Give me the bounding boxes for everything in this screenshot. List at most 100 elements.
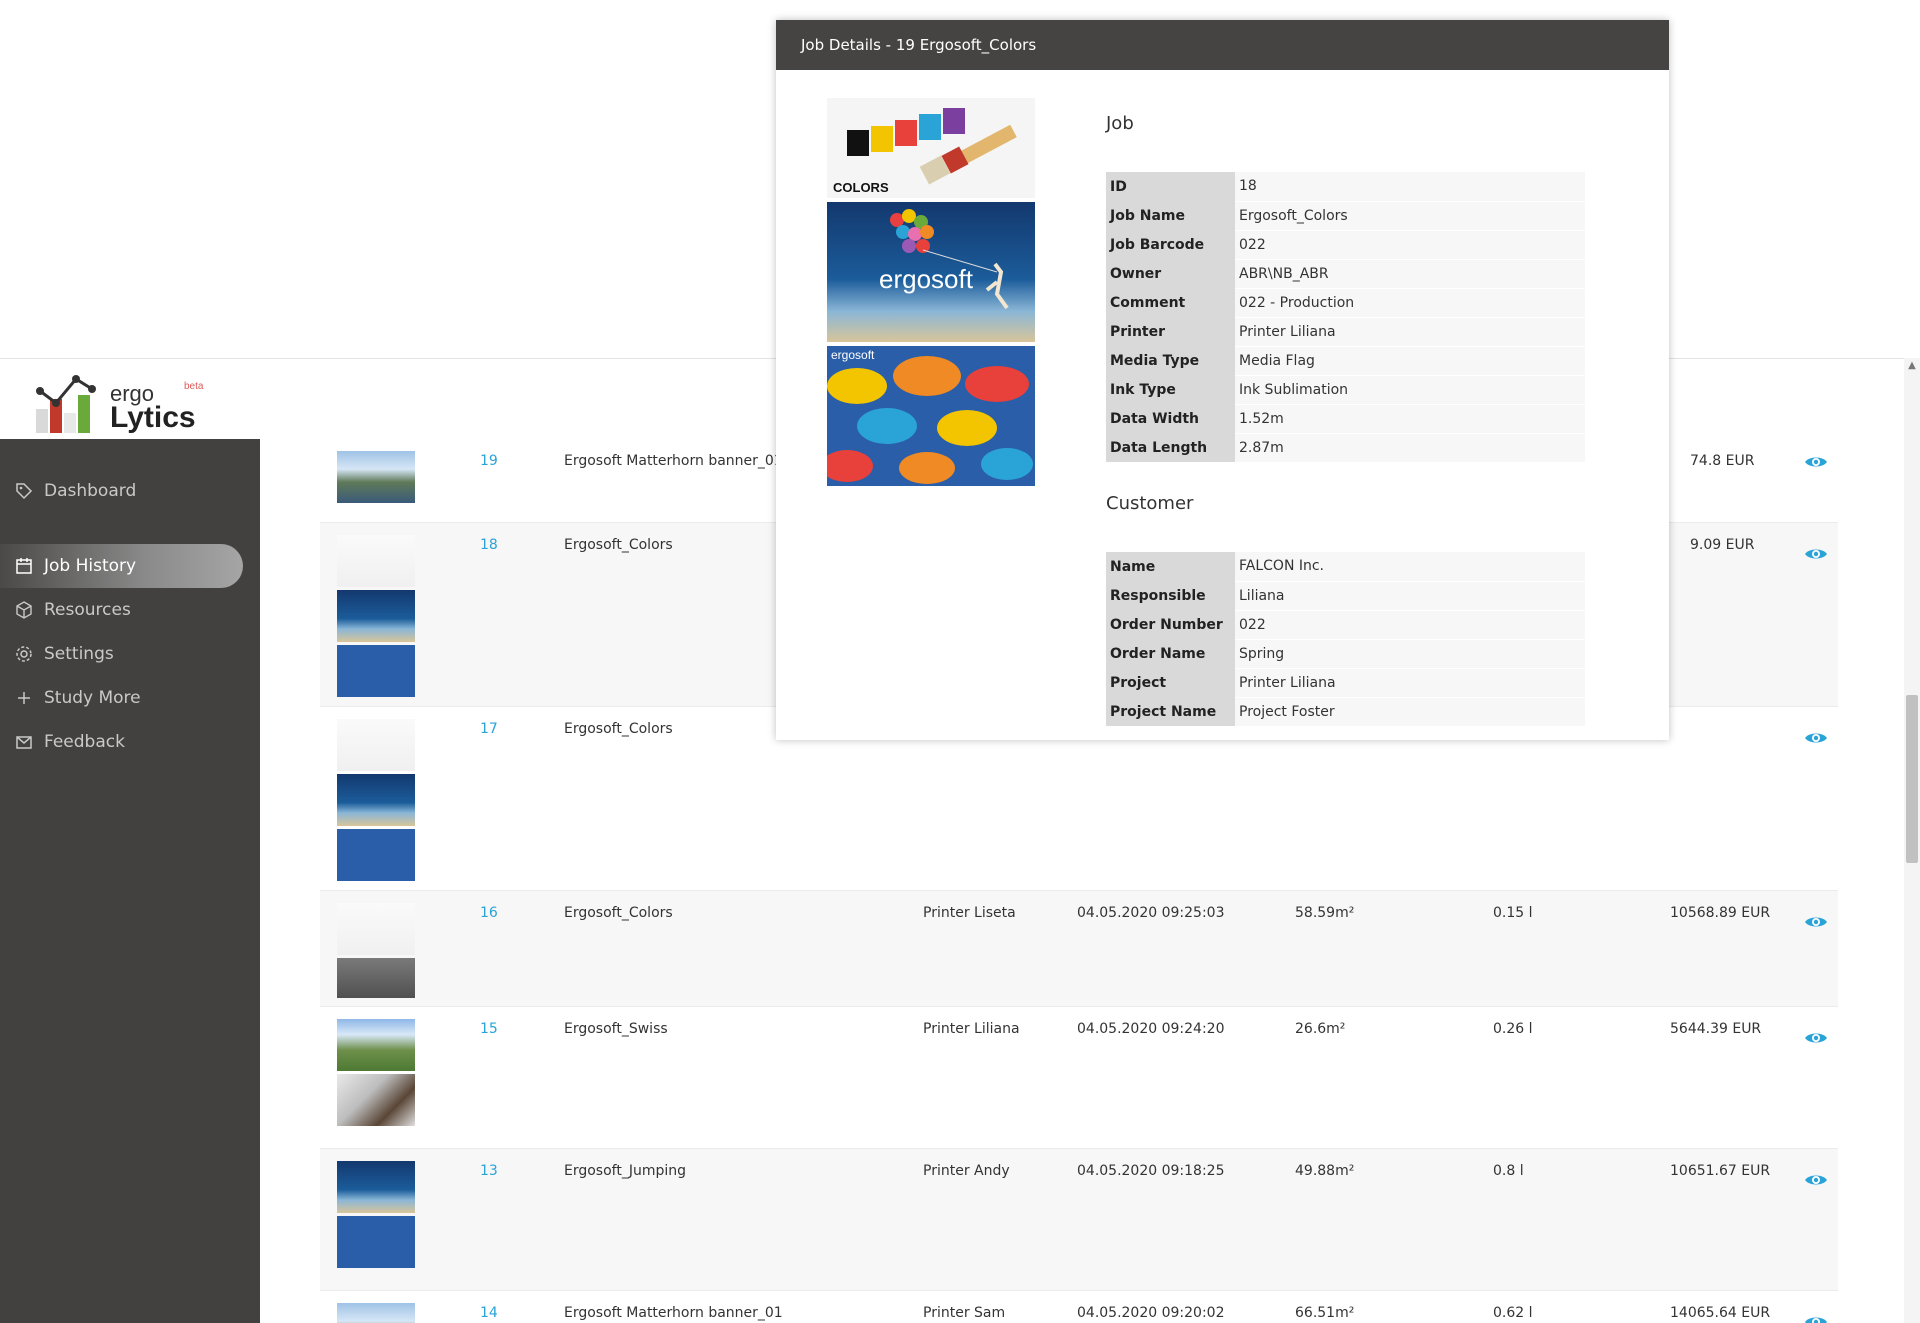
sidebar-item-label: Resources <box>44 600 131 620</box>
field-label: Project Name <box>1106 697 1235 726</box>
gear-icon <box>14 644 34 664</box>
view-eye-icon[interactable] <box>1803 1309 1829 1323</box>
field-value: Ink Sublimation <box>1235 375 1585 405</box>
table-row[interactable]: 15 Ergosoft_Swiss Printer Liliana 04.05.… <box>320 1007 1838 1149</box>
sidebar-item-feedback[interactable]: Feedback <box>0 720 243 764</box>
job-ink: 0.26 l <box>1493 1021 1533 1037</box>
job-ink: 0.15 l <box>1493 905 1533 921</box>
view-eye-icon[interactable] <box>1803 1167 1829 1193</box>
plus-icon <box>14 688 34 708</box>
hair-thumbnail <box>337 1074 415 1126</box>
job-area: 49.88m² <box>1295 1163 1355 1179</box>
job-printer: Printer Liliana <box>923 1021 1020 1037</box>
umbrellas-thumbnail <box>337 1216 415 1268</box>
image-caption: COLORS <box>833 180 889 195</box>
job-ink: 0.8 l <box>1493 1163 1524 1179</box>
cube-icon <box>14 600 34 620</box>
sidebar-item-label: Study More <box>44 688 141 708</box>
tag-icon <box>14 481 34 501</box>
field-label: Responsible <box>1106 581 1235 610</box>
colors-thumbnail <box>337 903 415 955</box>
job-printer: Printer Andy <box>923 1163 1010 1179</box>
job-section-title: Job <box>1106 113 1134 134</box>
ergolytics-logo[interactable]: ergo Lytics beta <box>32 369 212 435</box>
colors-image[interactable]: COLORS <box>827 98 1035 198</box>
job-id-link[interactable]: 18 <box>480 537 498 553</box>
job-cost: 9.09 EUR <box>1690 537 1755 553</box>
job-name: Ergosoft_Colors <box>564 537 673 553</box>
umbrellas-image[interactable]: ergosoft <box>827 346 1035 486</box>
view-eye-icon[interactable] <box>1803 541 1829 567</box>
umbrellas-thumbnail <box>337 645 415 697</box>
job-area: 58.59m² <box>1295 905 1355 921</box>
job-area: 26.6m² <box>1295 1021 1346 1037</box>
field-value: FALCON Inc. <box>1235 552 1585 582</box>
sidebar-item-label: Dashboard <box>44 481 137 501</box>
field-label: Job Name <box>1106 201 1235 230</box>
job-details-table: ID 18 Job Name Ergosoft_Colors Job Barcode… <box>1106 172 1585 463</box>
job-thumbnails <box>337 451 415 506</box>
job-area: 66.51m² <box>1295 1305 1355 1321</box>
table-row[interactable]: 16 Ergosoft_Colors Printer Liseta 04.05.… <box>320 891 1838 1007</box>
jumping-thumbnail <box>337 590 415 642</box>
field-label: Order Number <box>1106 610 1235 639</box>
field-label: Owner <box>1106 259 1235 288</box>
sidebar-item-label: Settings <box>44 644 114 664</box>
sidebar-item-job-history[interactable]: Job History <box>0 544 243 588</box>
sidebar-item-label: Feedback <box>44 732 125 752</box>
job-id-link[interactable]: 13 <box>480 1163 498 1179</box>
mail-icon <box>14 732 34 752</box>
field-value: Spring <box>1235 639 1585 669</box>
view-eye-icon[interactable] <box>1803 725 1829 751</box>
field-value: 022 <box>1235 610 1585 640</box>
table-row[interactable]: 13 Ergosoft_Jumping Printer Andy 04.05.2… <box>320 1149 1838 1291</box>
sidebar-item-dashboard[interactable]: Dashboard <box>0 469 243 513</box>
field-label: Media Type <box>1106 346 1235 375</box>
job-date: 04.05.2020 09:20:02 <box>1077 1305 1225 1321</box>
logo-chart-icon <box>36 375 96 433</box>
view-eye-icon[interactable] <box>1803 449 1829 475</box>
jumping-thumbnail <box>337 1161 415 1213</box>
scrollbar-thumb[interactable] <box>1906 695 1918 863</box>
job-images: COLORS ergosoft ergosoft <box>827 98 1035 490</box>
swiss-thumbnail <box>337 1019 415 1071</box>
jumping-image[interactable]: ergosoft <box>827 202 1035 342</box>
job-id-link[interactable]: 16 <box>480 905 498 921</box>
sidebar-item-resources[interactable]: Resources <box>0 588 243 632</box>
job-name: Ergosoft_Swiss <box>564 1021 668 1037</box>
job-id-link[interactable]: 17 <box>480 721 498 737</box>
job-thumbnails <box>337 535 415 700</box>
field-value: Printer Liliana <box>1235 668 1585 698</box>
field-label: Project <box>1106 668 1235 697</box>
job-name: Ergosoft_Jumping <box>564 1163 687 1179</box>
job-cost: 10651.67 EUR <box>1670 1163 1771 1179</box>
image-caption: ergosoft <box>831 348 875 362</box>
flags-thumbnail <box>337 958 415 998</box>
job-date: 04.05.2020 09:18:25 <box>1077 1163 1225 1179</box>
view-eye-icon[interactable] <box>1803 1025 1829 1051</box>
job-ink: 0.62 l <box>1493 1305 1533 1321</box>
scroll-up-arrow-icon[interactable]: ▲ <box>1906 360 1918 372</box>
job-name: Ergosoft_Colors <box>564 905 673 921</box>
field-value: 2.87m <box>1235 433 1585 463</box>
job-id-link[interactable]: 15 <box>480 1021 498 1037</box>
field-label: Printer <box>1106 317 1235 346</box>
field-label: Job Barcode <box>1106 230 1235 259</box>
matterhorn-thumbnail <box>337 451 415 503</box>
sidebar-item-settings[interactable]: Settings <box>0 632 243 676</box>
job-id-link[interactable]: 19 <box>480 453 498 469</box>
job-printer: Printer Sam <box>923 1305 1006 1321</box>
table-row[interactable]: 14 Ergosoft Matterhorn banner_01 Printer… <box>320 1291 1838 1323</box>
job-cost: 10568.89 EUR <box>1670 905 1771 921</box>
image-caption: ergosoft <box>879 264 973 294</box>
field-label: Data Length <box>1106 433 1235 462</box>
field-value: 1.52m <box>1235 404 1585 434</box>
job-name: Ergosoft Matterhorn banner_01 <box>564 1305 783 1321</box>
view-eye-icon[interactable] <box>1803 909 1829 935</box>
job-id-link[interactable]: 14 <box>480 1305 498 1321</box>
beta-badge: beta <box>184 381 204 392</box>
job-printer: Printer Liseta <box>923 905 1016 921</box>
sidebar-item-label: Job History <box>44 556 137 576</box>
field-label: Ink Type <box>1106 375 1235 404</box>
sidebar-item-study-more[interactable]: Study More <box>0 676 243 720</box>
